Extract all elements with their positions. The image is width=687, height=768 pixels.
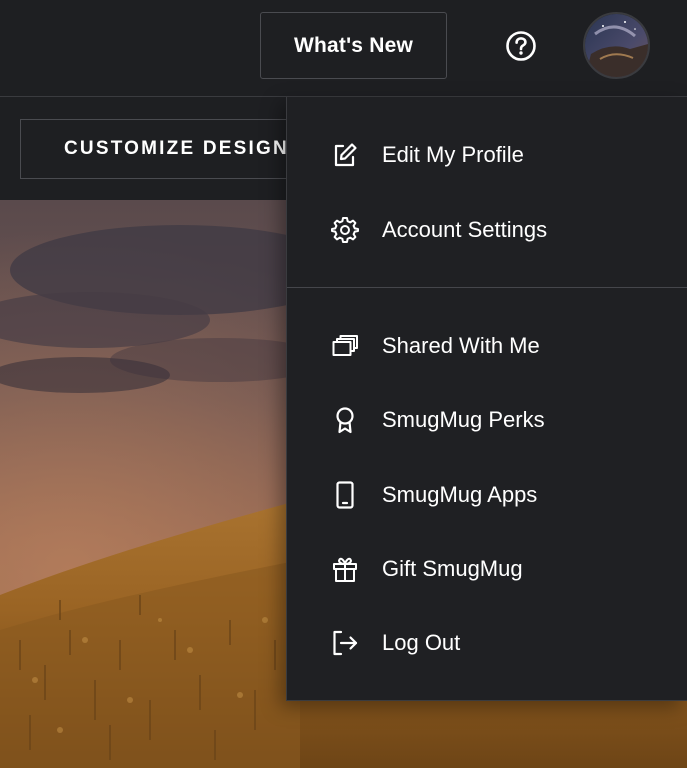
top-bar: What's New (0, 0, 687, 97)
menu-item-smugmug-perks[interactable]: SmugMug Perks (287, 390, 687, 450)
menu-divider (287, 287, 687, 288)
menu-item-log-out[interactable]: Log Out (287, 613, 687, 673)
customize-design-button[interactable]: CUSTOMIZE DESIGN (20, 119, 310, 179)
menu-item-label: Edit My Profile (382, 142, 524, 167)
menu-item-edit-profile[interactable]: Edit My Profile (287, 125, 687, 185)
award-ribbon-icon (331, 406, 359, 434)
menu-item-label: SmugMug Apps (382, 482, 538, 507)
gift-icon (331, 555, 359, 583)
account-menu: Edit My Profile Account Settings Shared … (286, 97, 687, 701)
shared-galleries-icon (331, 332, 359, 360)
log-out-icon (331, 629, 359, 657)
help-circle-icon (505, 30, 537, 62)
menu-item-smugmug-apps[interactable]: SmugMug Apps (287, 465, 687, 525)
app-root: What's New CUSTOMIZE DESIGN Edit My Prof… (0, 0, 687, 768)
menu-item-label: Gift SmugMug (382, 556, 523, 581)
whats-new-button[interactable]: What's New (260, 12, 447, 79)
menu-item-label: Log Out (382, 630, 461, 655)
edit-icon (331, 141, 359, 169)
menu-item-label: Shared With Me (382, 333, 540, 358)
menu-item-label: SmugMug Perks (382, 407, 545, 432)
gear-icon (331, 216, 359, 244)
menu-item-label: Account Settings (382, 217, 548, 242)
avatar[interactable] (583, 12, 650, 79)
menu-item-account-settings[interactable]: Account Settings (287, 200, 687, 260)
help-button[interactable] (503, 28, 539, 64)
menu-item-shared-with-me[interactable]: Shared With Me (287, 316, 687, 376)
menu-item-gift-smugmug[interactable]: Gift SmugMug (287, 539, 687, 599)
phone-icon (331, 481, 359, 509)
